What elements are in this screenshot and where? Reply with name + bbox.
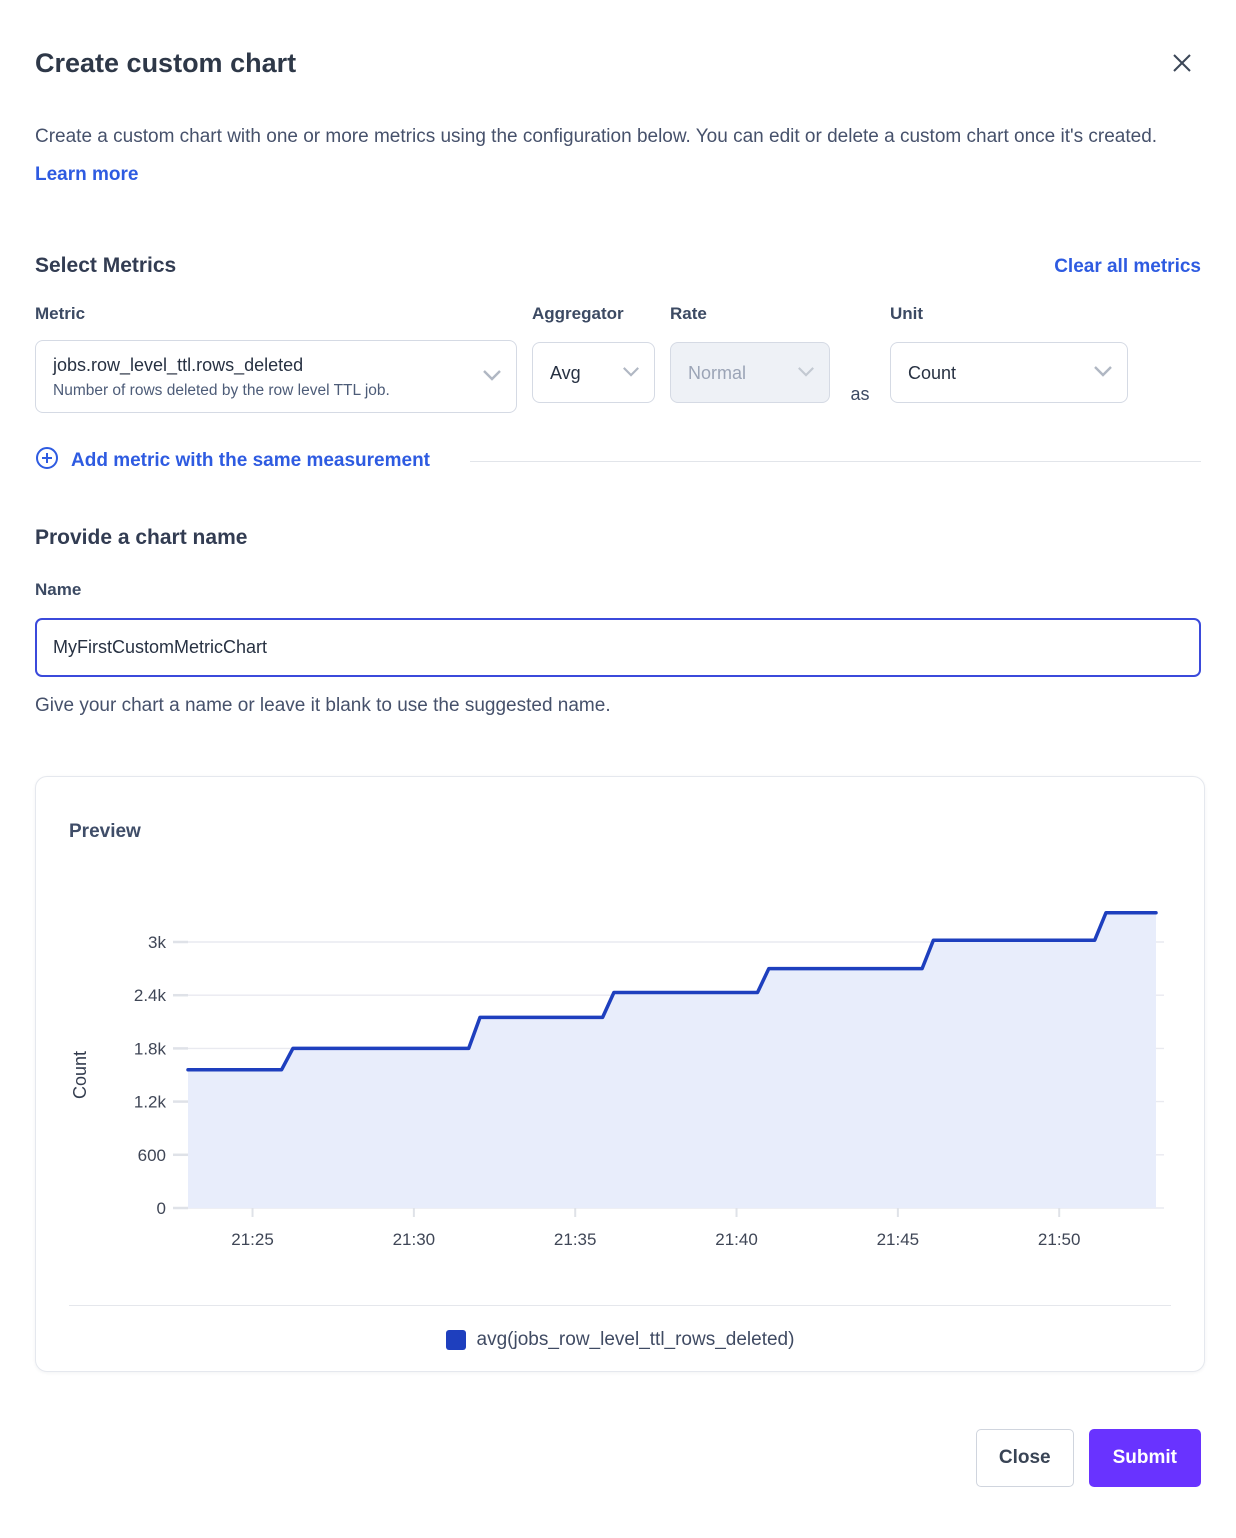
close-icon[interactable]: [1171, 52, 1193, 74]
clear-all-metrics-link[interactable]: Clear all metrics: [1054, 256, 1201, 278]
svg-text:21:30: 21:30: [393, 1230, 436, 1249]
legend-label: avg(jobs_row_level_ttl_rows_deleted): [477, 1329, 795, 1351]
modal-description: Create a custom chart with one or more m…: [35, 118, 1175, 194]
add-metric-label: Add metric with the same measurement: [71, 450, 430, 472]
rate-select-value: Normal: [688, 361, 789, 385]
legend-swatch: [446, 1330, 466, 1350]
unit-select-value: Count: [908, 361, 1087, 385]
name-helper-text: Give your chart a name or leave it blank…: [35, 695, 1201, 717]
metric-select-description: Number of rows deleted by the row level …: [53, 380, 476, 401]
name-field-label: Name: [35, 580, 1201, 600]
close-button[interactable]: Close: [976, 1429, 1074, 1487]
svg-text:Count: Count: [70, 1051, 90, 1099]
svg-text:21:40: 21:40: [715, 1230, 758, 1249]
preview-chart: 0 600 1.2k 1.8k 2.4k 3k 21:25 21:30 21:35 21:40 21…: [36, 777, 1205, 1267]
chevron-down-icon: [797, 364, 815, 382]
preview-card: Preview 06001.2k1.8k2.4k3k21:2521:3021:3…: [35, 776, 1205, 1372]
page-title: Create custom chart: [35, 46, 296, 80]
svg-text:21:25: 21:25: [231, 1230, 274, 1249]
divider: [470, 461, 1201, 462]
modal-header: Create custom chart: [35, 46, 1201, 80]
metric-config-row: Metric Aggregator Rate Unit jobs.row_lev…: [35, 304, 1201, 413]
chart-legend: avg(jobs_row_level_ttl_rows_deleted): [36, 1329, 1204, 1351]
select-metrics-heading: Select Metrics: [35, 254, 176, 278]
metric-label: Metric: [35, 304, 517, 340]
as-label: as: [830, 384, 890, 413]
chart-name-heading: Provide a chart name: [35, 526, 1201, 550]
select-metrics-header-row: Select Metrics Clear all metrics: [35, 254, 1201, 278]
create-custom-chart-modal: Create custom chart Create a custom char…: [0, 0, 1236, 1524]
submit-button[interactable]: Submit: [1089, 1429, 1201, 1487]
svg-text:21:45: 21:45: [877, 1230, 920, 1249]
aggregator-label: Aggregator: [532, 304, 655, 340]
learn-more-link[interactable]: Learn more: [35, 164, 138, 185]
svg-text:600: 600: [138, 1146, 166, 1165]
rate-select: Normal: [670, 342, 830, 403]
metric-select-value: jobs.row_level_ttl.rows_deleted: [53, 353, 476, 377]
chevron-down-icon: [482, 368, 502, 386]
chevron-down-icon: [622, 364, 640, 382]
add-metric-button[interactable]: Add metric with the same measurement: [35, 446, 430, 476]
add-metric-row: Add metric with the same measurement: [35, 446, 1201, 476]
chart-name-input[interactable]: [35, 618, 1201, 677]
svg-text:1.8k: 1.8k: [134, 1039, 167, 1058]
svg-text:2.4k: 2.4k: [134, 986, 167, 1005]
svg-text:3k: 3k: [148, 933, 166, 952]
svg-text:0: 0: [157, 1199, 166, 1218]
svg-text:21:35: 21:35: [554, 1230, 597, 1249]
metric-select[interactable]: jobs.row_level_ttl.rows_deleted Number o…: [35, 340, 517, 413]
unit-label: Unit: [890, 304, 1128, 340]
chevron-down-icon: [1093, 364, 1113, 382]
aggregator-select-value: Avg: [550, 361, 614, 385]
modal-footer: Close Submit: [35, 1429, 1201, 1487]
rate-label: Rate: [670, 304, 830, 340]
aggregator-select[interactable]: Avg: [532, 342, 655, 403]
divider: [69, 1305, 1171, 1306]
svg-text:21:50: 21:50: [1038, 1230, 1081, 1249]
description-text: Create a custom chart with one or more m…: [35, 126, 1157, 147]
unit-select[interactable]: Count: [890, 342, 1128, 403]
svg-text:1.2k: 1.2k: [134, 1093, 167, 1112]
plus-circle-icon: [35, 446, 59, 476]
